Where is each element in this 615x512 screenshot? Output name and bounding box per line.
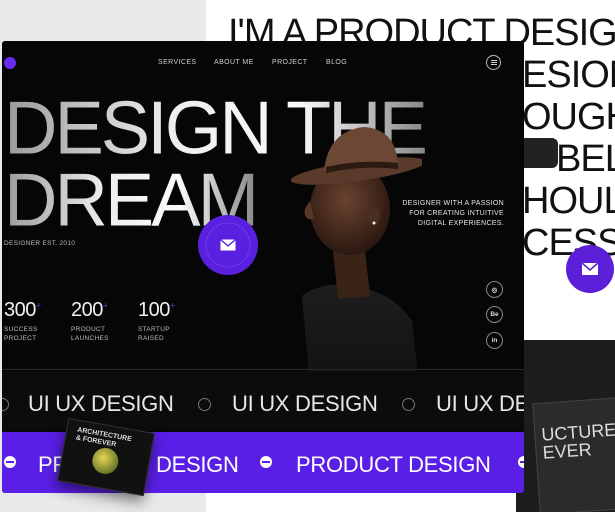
back-icon-chip [518, 138, 558, 168]
hamburger-icon [490, 62, 497, 63]
stat-success: 300+ SUCCESS PROJECT [4, 299, 41, 343]
back-line-4: BEL [556, 138, 615, 180]
mail-icon [220, 239, 236, 251]
marquee-text: PRODUCT DESIGN [296, 452, 491, 477]
back-reach-badge [566, 245, 614, 293]
stat-value: 100 [138, 299, 170, 321]
marquee-dot-icon [260, 456, 272, 468]
divider [2, 369, 524, 370]
menu-button[interactable] [486, 55, 501, 70]
back-line-2: ESION [522, 54, 615, 96]
stat-label-2: RAISED [138, 335, 165, 342]
stat-startup: 100+ STARTUP RAISED [138, 299, 175, 343]
nav-blog[interactable]: BLOG [326, 59, 347, 66]
logo[interactable] [4, 57, 16, 69]
marquee-dot-icon [402, 398, 415, 411]
stat-label-1: SUCCESS [4, 326, 38, 333]
marquee-text: DESIGN [156, 452, 239, 477]
marquee-dot-icon [4, 456, 16, 468]
back-poster: UCTURE EVER [532, 396, 615, 512]
portrait-image [290, 127, 422, 411]
stat-label-1: PRODUCT [71, 326, 106, 333]
marquee-text: UI UX DE [436, 391, 524, 416]
stat-value: 200 [71, 299, 103, 321]
marquee-dot-icon [518, 456, 524, 468]
marquee-dot-icon [198, 398, 211, 411]
linkedin-icon[interactable]: in [486, 332, 503, 349]
marquee-text: UI UX DESIGN [232, 391, 378, 416]
dribbble-icon[interactable]: ◎ [486, 281, 503, 298]
mail-icon [581, 262, 599, 275]
designer-est: DESIGNER EST. 2010 [4, 240, 76, 247]
back-line-5: HOUL [522, 180, 615, 222]
nav-about-me[interactable]: ABOUT ME [214, 59, 254, 66]
hero-tagline: DESIGNER WITH A PASSION FOR CREATING INT… [402, 200, 504, 227]
stat-plus: + [169, 300, 175, 311]
back-poster-text: UCTURE EVER [540, 419, 615, 463]
book-cover-art [90, 445, 121, 476]
marquee-text: UI UX DESIGN [28, 391, 174, 416]
behance-icon[interactable]: Be [486, 306, 503, 323]
stat-product: 200+ PRODUCT LAUNCHES [71, 299, 109, 343]
stat-plus: + [35, 300, 41, 311]
nav-services[interactable]: SERVICES [158, 59, 196, 66]
stat-label-2: PROJECT [4, 335, 37, 342]
back-line-3: OUGH [522, 96, 615, 138]
stat-label-2: LAUNCHES [71, 335, 109, 342]
nav-project[interactable]: PROJECT [272, 59, 307, 66]
reach-mail [214, 231, 242, 259]
marquee-dot-icon [2, 398, 9, 411]
stat-value: 300 [4, 299, 36, 321]
reach-out-button[interactable] [198, 215, 258, 275]
stat-plus: + [102, 300, 108, 311]
stat-label-1: STARTUP [138, 326, 170, 333]
